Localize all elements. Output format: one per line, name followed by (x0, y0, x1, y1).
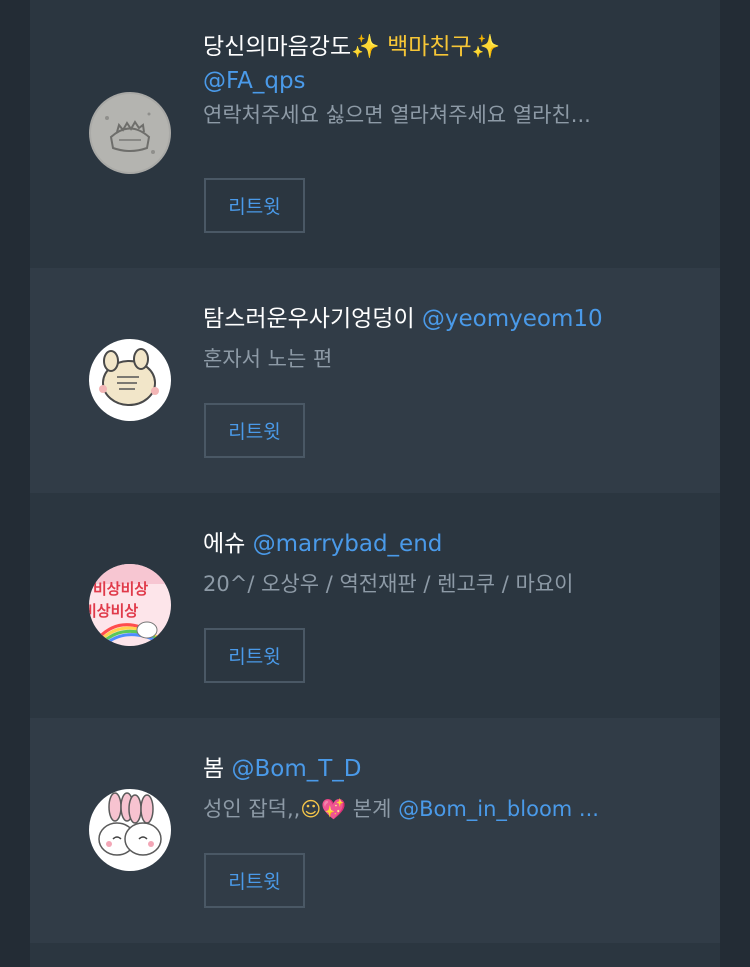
display-name-text: 탐스러운우사기엉덩이 (203, 306, 415, 332)
display-name-text: 당신의마음강도 (203, 34, 352, 60)
user-bio: 연락처주세요 싫으면 열라쳐주세요 열라친... (203, 103, 591, 127)
display-name-text: 봄 (203, 756, 225, 782)
user-row[interactable]: 탐스러운우사기엉덩이 @yeomyeom10 혼자서 노는 편 리트윗 (30, 268, 720, 493)
user-bio: 성인 잡덕,,☺💖 본계 @Bom_in_bloom ... (203, 792, 680, 826)
avatar[interactable] (89, 789, 171, 871)
user-info: 당신의마음강도✨ 백마친구✨ @FA_qps 연락처주세요 싫으면 열라쳐주세요… (203, 30, 680, 132)
user-handle[interactable]: @Bom_T_D (231, 756, 361, 782)
user-handle[interactable]: @FA_qps (203, 64, 680, 98)
display-name: 탐스러운우사기엉덩이 @yeomyeom10 (203, 302, 680, 336)
user-info: 탐스러운우사기엉덩이 @yeomyeom10 혼자서 노는 편 (203, 302, 680, 376)
user-info: 봄 @Bom_T_D 성인 잡덕,,☺💖 본계 @Bom_in_bloom ..… (203, 752, 680, 826)
user-row[interactable]: 비상비상 비상비상 에슈 @marrybad_end 20^/ 오상우 / 역전… (30, 493, 720, 718)
sparkling-heart-emoji: 💖 (321, 797, 347, 821)
svg-text:비상비상: 비상비상 (89, 602, 138, 620)
user-info: 에슈 @marrybad_end 20^/ 오상우 / 역전재판 / 렌고쿠 /… (203, 527, 680, 601)
display-name: 에슈 @marrybad_end (203, 527, 680, 561)
display-name-suffix: ✨ 백마친구✨ (351, 34, 501, 60)
retweet-button[interactable]: 리트윗 (204, 853, 305, 908)
retweet-button[interactable]: 리트윗 (204, 178, 305, 233)
user-row[interactable]: 당신의마음강도✨ 백마친구✨ @FA_qps 연락처주세요 싫으면 열라쳐주세요… (30, 0, 720, 233)
user-handle[interactable]: @yeomyeom10 (422, 306, 603, 332)
bio-mention-link[interactable]: @Bom_in_bloom ... (398, 797, 599, 821)
avatar[interactable] (89, 339, 171, 421)
avatar[interactable]: 비상비상 비상비상 (89, 564, 171, 646)
user-bio: 혼자서 노는 편 (203, 347, 333, 371)
smiling-face-emoji: ☺ (300, 797, 322, 821)
user-list: 당신의마음강도✨ 백마친구✨ @FA_qps 연락처주세요 싫으면 열라쳐주세요… (30, 0, 720, 967)
user-handle[interactable]: @marrybad_end (253, 531, 443, 557)
bio-text: 본계 (346, 797, 399, 821)
user-bio: 20^/ 오상우 / 역전재판 / 렌고쿠 / 마요이 (203, 572, 574, 596)
retweet-button[interactable]: 리트윗 (204, 403, 305, 458)
avatar[interactable] (89, 92, 171, 174)
display-name-text: 에슈 (203, 531, 246, 557)
retweet-button[interactable]: 리트윗 (204, 628, 305, 683)
user-row[interactable]: 봄 @Bom_T_D 성인 잡덕,,☺💖 본계 @Bom_in_bloom ..… (30, 718, 720, 943)
display-name: 당신의마음강도✨ 백마친구✨ (203, 30, 680, 64)
bio-text: 성인 잡덕,, (203, 797, 301, 821)
svg-text:비상비상: 비상비상 (93, 580, 148, 598)
display-name: 봄 @Bom_T_D (203, 752, 680, 786)
